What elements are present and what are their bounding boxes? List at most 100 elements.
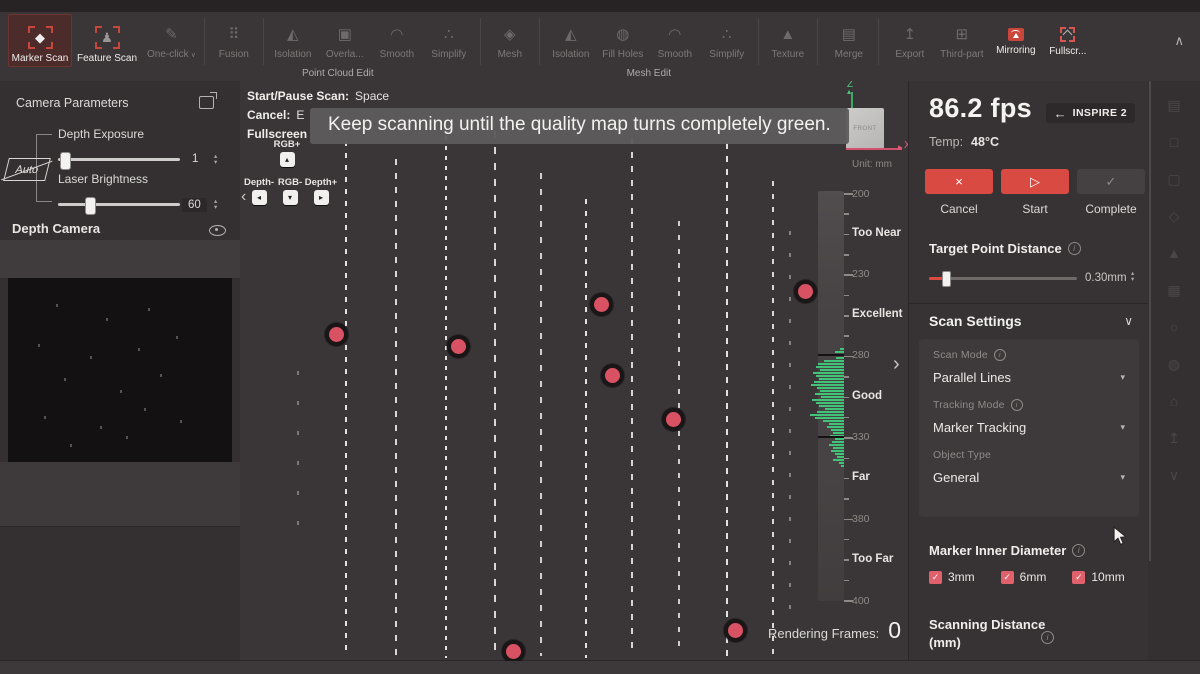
setting-dropdown-scan-mode[interactable]: Parallel Lines▾ bbox=[933, 367, 1125, 388]
tracking-marker bbox=[794, 280, 817, 303]
shortcut-action: Start/Pause Scan: bbox=[247, 89, 349, 103]
setting-dropdown-object-type[interactable]: General▾ bbox=[933, 467, 1125, 488]
side-tool-icon-1[interactable]: ▤ bbox=[1162, 93, 1186, 117]
fps-readout: 86.2 fps bbox=[929, 93, 1032, 124]
side-tool-icon-10[interactable]: ↥ bbox=[1162, 426, 1186, 450]
stepper-down-icon[interactable]: ▾ bbox=[214, 160, 217, 166]
side-tool-icon-8[interactable]: ◍ bbox=[1162, 352, 1186, 376]
toolbar-button-fusion[interactable]: ⠿Fusion bbox=[208, 14, 260, 67]
cancel-button[interactable]: × bbox=[925, 169, 993, 194]
merge-icon: ▤ bbox=[842, 23, 856, 45]
quality-scale-tick bbox=[844, 315, 849, 317]
info-icon[interactable]: i bbox=[1041, 631, 1054, 644]
toolbar-button-merge[interactable]: ▤Merge bbox=[823, 14, 875, 67]
gizmo-front-face[interactable]: FRONT bbox=[846, 108, 884, 149]
point-speck bbox=[148, 308, 150, 311]
quality-scale-number: 280 bbox=[852, 349, 870, 361]
toolbar-button-simplify[interactable]: ∴Simplify bbox=[701, 14, 753, 67]
toolbar-button-simplify[interactable]: ∴ Simplify bbox=[423, 14, 475, 67]
target-point-distance-slider-track[interactable] bbox=[929, 277, 1077, 280]
toolbar-button-label: Isolation bbox=[274, 49, 311, 60]
slider-track-laser-brightness[interactable] bbox=[58, 203, 180, 206]
toolbar-button-isolation[interactable]: ◭Isolation bbox=[545, 14, 597, 67]
quality-zone-label: Far bbox=[852, 471, 870, 483]
point-speck bbox=[90, 356, 92, 359]
toolbar-button-smooth[interactable]: ◠Smooth bbox=[371, 14, 423, 67]
side-tool-icon-11[interactable]: ∨ bbox=[1162, 463, 1186, 487]
slider-stepper-laser-brightness[interactable]: ▴▾ bbox=[214, 199, 217, 210]
side-tool-icon-4[interactable]: ◇ bbox=[1162, 204, 1186, 228]
stepper-down-icon[interactable]: ▾ bbox=[214, 205, 217, 211]
toolbar-button-label: Simplify bbox=[431, 49, 466, 60]
toolbar-button-isolation[interactable]: ◭Isolation bbox=[267, 14, 319, 67]
toolbar-button-fullscr[interactable]: Fullscr... bbox=[1042, 14, 1094, 67]
toolbar-button-export[interactable]: ↥Export bbox=[884, 14, 936, 67]
side-tool-icon-7[interactable]: ○ bbox=[1162, 315, 1186, 339]
checkbox-option-3mm[interactable]: ✓3mm bbox=[929, 570, 975, 584]
quality-histogram-bar bbox=[829, 444, 844, 446]
rendering-frames-value: 0 bbox=[888, 617, 901, 644]
rgb-plus-key-hint: RGB+ ▴ bbox=[272, 139, 302, 167]
simplify-icon: ∴ bbox=[444, 23, 454, 45]
scan-settings-collapse-chevron[interactable]: ∨ bbox=[1124, 314, 1133, 328]
toolbar-button-one-click[interactable]: ✎One-click∨ bbox=[144, 14, 199, 67]
slider-handle-laser-brightness[interactable] bbox=[85, 197, 96, 215]
setting-dropdown-tracking-mode[interactable]: Marker Tracking▾ bbox=[933, 417, 1125, 438]
toolbar-tile-feature-scan[interactable]: ♟Feature Scan bbox=[75, 14, 139, 67]
toolbar-button-label: Export bbox=[895, 49, 924, 60]
toolbar-collapse-button[interactable]: ∧ bbox=[1174, 33, 1190, 63]
scan-viewport[interactable]: Start/Pause Scan:SpaceCancel:EFullscreen… bbox=[240, 81, 908, 661]
side-tool-icon-5[interactable]: ▲ bbox=[1162, 241, 1186, 265]
info-icon[interactable]: i bbox=[1011, 399, 1023, 411]
checkbox-option-6mm[interactable]: ✓6mm bbox=[1001, 570, 1047, 584]
target-point-distance-stepper[interactable]: ▴ ▾ bbox=[1131, 271, 1134, 282]
start-button[interactable]: ▷ bbox=[1001, 169, 1069, 194]
popout-window-icon[interactable] bbox=[199, 96, 214, 109]
laser-scan-line bbox=[585, 199, 587, 658]
dropdown-value: Marker Tracking bbox=[933, 420, 1026, 435]
side-tool-icon-6[interactable]: ▦ bbox=[1162, 278, 1186, 302]
toolbar-button-overla[interactable]: ▣Overla... bbox=[319, 14, 371, 67]
slider-handle-depth-exposure[interactable] bbox=[60, 152, 71, 170]
device-back-button[interactable]: ← INSPIRE 2 bbox=[1046, 103, 1135, 123]
toolbar-button-texture[interactable]: ▲Texture bbox=[762, 14, 814, 67]
auto-disabled-badge[interactable]: Auto bbox=[3, 158, 51, 181]
slider-stepper-depth-exposure[interactable]: ▴▾ bbox=[214, 154, 217, 165]
side-tool-icon-3[interactable]: ▢ bbox=[1162, 167, 1186, 191]
info-icon[interactable]: i bbox=[1068, 242, 1081, 255]
point-speck bbox=[176, 336, 178, 339]
checkbox-checked-icon[interactable]: ✓ bbox=[929, 571, 942, 584]
info-icon[interactable]: i bbox=[1072, 544, 1085, 557]
toolbar-button-fill-holes[interactable]: ◍Fill Holes bbox=[597, 14, 649, 67]
toolbar-button-mirroring[interactable]: Mirroring bbox=[990, 14, 1042, 67]
scan-hint-tooltip: Keep scanning until the quality map turn… bbox=[310, 108, 849, 144]
toolbar-button-smooth[interactable]: ◠Smooth bbox=[649, 14, 701, 67]
side-tool-icons: ▤ □ ▢ ◇ ▲ ▦ ○ ◍ ⌂ ↥ ∨ bbox=[1148, 93, 1200, 487]
back-arrow-icon: ← bbox=[1054, 106, 1067, 121]
scan-settings-group: Scan ModeiParallel Lines▾Tracking ModeiM… bbox=[919, 339, 1139, 517]
checkbox-option-10mm[interactable]: ✓10mm bbox=[1072, 570, 1124, 584]
stepper-down-icon[interactable]: ▾ bbox=[1131, 277, 1134, 283]
info-icon[interactable]: i bbox=[994, 349, 1006, 361]
toolbar-button-mesh[interactable]: ◈Mesh bbox=[484, 14, 536, 67]
visibility-eye-icon[interactable] bbox=[209, 225, 226, 236]
toolbar-tile-marker-scan[interactable]: ◆Marker Scan bbox=[8, 14, 72, 67]
complete-button[interactable]: ✓ bbox=[1077, 169, 1145, 194]
side-tool-icon-2[interactable]: □ bbox=[1162, 130, 1186, 154]
left-panel-collapse-chevron[interactable]: ‹ bbox=[241, 188, 246, 206]
checkbox-checked-icon[interactable]: ✓ bbox=[1001, 571, 1014, 584]
toolbar-button-label: Third-part bbox=[940, 49, 983, 60]
camera-parameters-title: Camera Parameters bbox=[16, 96, 129, 110]
slider-track-depth-exposure[interactable] bbox=[58, 158, 180, 161]
quality-panel-expand-chevron[interactable]: › bbox=[893, 353, 900, 376]
target-point-distance-slider-handle[interactable] bbox=[942, 271, 951, 287]
arrow-key-icon: ▾ bbox=[283, 190, 298, 205]
side-tool-icon-9[interactable]: ⌂ bbox=[1162, 389, 1186, 413]
quality-histogram-bar bbox=[835, 438, 844, 440]
point-speck bbox=[64, 378, 66, 381]
toolbar-button-third-part[interactable]: ⊞Third-part bbox=[936, 14, 988, 67]
key-hint-label: RGB- bbox=[278, 177, 302, 188]
setting-field-object-type: Object TypeGeneral▾ bbox=[933, 449, 1125, 488]
checkbox-checked-icon[interactable]: ✓ bbox=[1072, 571, 1085, 584]
quality-zone-label: Excellent bbox=[852, 308, 903, 320]
